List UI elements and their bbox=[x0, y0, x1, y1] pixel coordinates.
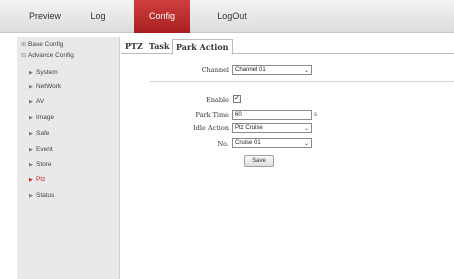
park-time-label: Park Time bbox=[195, 111, 230, 119]
arrow-right-icon: ▶ bbox=[29, 177, 33, 183]
cruise-no-select-value: Cruise 01 bbox=[235, 140, 261, 146]
cruise-no-select[interactable]: Cruise 01 ⌄ bbox=[232, 138, 312, 148]
sidebar-group-label: Advance Config bbox=[28, 52, 74, 59]
channel-select[interactable]: Channel 01 ⌄ bbox=[232, 65, 312, 75]
channel-label: Channel bbox=[201, 66, 229, 74]
sidebar-item-av[interactable]: ▶ AV bbox=[29, 97, 44, 107]
expand-icon[interactable]: ⊞ bbox=[21, 40, 28, 50]
tab-park-action[interactable]: Park Action bbox=[172, 39, 233, 55]
sidebar-item-status[interactable]: ▶ Status bbox=[29, 191, 54, 201]
sidebar: ⊞ Base Config ⊟ Advance Config ▶ System ▶ Ne… bbox=[17, 37, 120, 279]
arrow-right-icon: ▶ bbox=[29, 162, 33, 168]
arrow-right-icon: ▶ bbox=[29, 193, 33, 199]
sidebar-group-advance-config[interactable]: ⊟ Advance Config bbox=[21, 51, 74, 61]
arrow-right-icon: ▶ bbox=[29, 84, 33, 90]
enable-label: Enable bbox=[206, 96, 229, 104]
sidebar-item-label: Safe bbox=[36, 130, 50, 137]
sidebar-item-label: Status bbox=[36, 192, 55, 199]
sidebar-item-label: AV bbox=[36, 98, 45, 105]
save-button[interactable]: Save bbox=[244, 155, 274, 167]
arrow-right-icon: ▶ bbox=[29, 131, 33, 137]
collapse-icon[interactable]: ⊟ bbox=[21, 51, 28, 61]
sidebar-group-label: Base Config bbox=[28, 41, 64, 48]
sidebar-item-event[interactable]: ▶ Event bbox=[29, 145, 53, 155]
nav-logout[interactable]: LogOut bbox=[207, 0, 257, 33]
nav-log[interactable]: Log bbox=[80, 0, 116, 33]
tab-ptz[interactable]: PTZ bbox=[125, 39, 143, 54]
sidebar-item-label: NetWork bbox=[36, 83, 62, 90]
enable-checkbox[interactable]: ✓ bbox=[233, 95, 241, 103]
ptz-tab-bar: PTZ Task Park Action bbox=[121, 37, 454, 55]
arrow-right-icon: ▶ bbox=[29, 115, 33, 121]
sidebar-item-label: Ptz bbox=[36, 176, 46, 183]
sidebar-item-label: Image bbox=[36, 114, 55, 121]
channel-select-value: Channel 01 bbox=[235, 67, 266, 73]
idle-action-select[interactable]: Ptz Cruise ⌄ bbox=[232, 123, 312, 133]
sidebar-item-label: Store bbox=[36, 161, 52, 168]
section-divider bbox=[150, 81, 454, 82]
cruise-no-label: No. bbox=[217, 140, 229, 148]
sidebar-item-safe[interactable]: ▶ Safe bbox=[29, 129, 49, 139]
sidebar-item-label: Event bbox=[36, 146, 53, 153]
arrow-right-icon: ▶ bbox=[29, 70, 33, 76]
sidebar-group-base-config[interactable]: ⊞ Base Config bbox=[21, 40, 63, 50]
sidebar-item-image[interactable]: ▶ Image bbox=[29, 113, 54, 123]
tab-task[interactable]: Task bbox=[149, 39, 169, 54]
sidebar-item-store[interactable]: ▶ Store bbox=[29, 160, 52, 170]
idle-action-select-value: Ptz Cruise bbox=[235, 125, 263, 131]
nav-preview[interactable]: Preview bbox=[20, 0, 70, 33]
chevron-down-icon: ⌄ bbox=[303, 68, 309, 74]
arrow-right-icon: ▶ bbox=[29, 99, 33, 105]
idle-action-label: Idle Action bbox=[193, 124, 229, 132]
arrow-right-icon: ▶ bbox=[29, 147, 33, 153]
park-time-unit: s bbox=[314, 112, 317, 118]
nav-config[interactable]: Config bbox=[134, 0, 190, 33]
park-time-input[interactable]: 60 bbox=[232, 110, 312, 120]
sidebar-item-ptz[interactable]: ▶ Ptz bbox=[29, 175, 45, 185]
top-nav-bar: Preview Log Config LogOut bbox=[0, 0, 454, 33]
chevron-down-icon: ⌄ bbox=[303, 141, 309, 147]
check-icon: ✓ bbox=[234, 95, 240, 102]
sidebar-item-label: System bbox=[36, 69, 58, 76]
chevron-down-icon: ⌄ bbox=[303, 126, 309, 132]
sidebar-item-network[interactable]: ▶ NetWork bbox=[29, 82, 61, 92]
sidebar-item-system[interactable]: ▶ System bbox=[29, 68, 58, 78]
